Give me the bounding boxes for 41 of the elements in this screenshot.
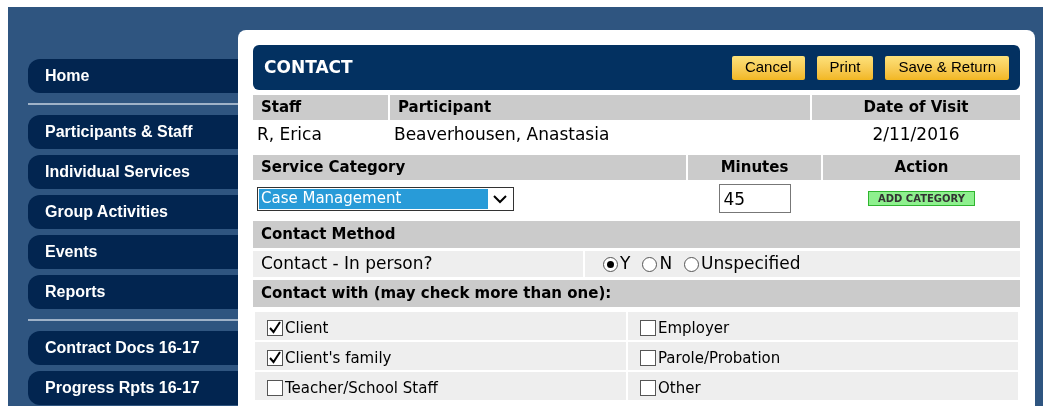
radio-option[interactable]: N bbox=[642, 251, 673, 277]
check-icon bbox=[268, 321, 282, 335]
radio-option[interactable]: Unspecified bbox=[684, 251, 801, 277]
checkbox[interactable] bbox=[267, 350, 283, 366]
checkbox-option[interactable]: Employer bbox=[640, 316, 730, 339]
column-header: Participant bbox=[390, 95, 810, 120]
checkbox-option[interactable]: Client bbox=[267, 316, 329, 339]
nav-item[interactable]: Participants & Staff bbox=[28, 115, 238, 149]
nav-item[interactable]: Individual Services bbox=[28, 155, 238, 189]
checkbox[interactable] bbox=[640, 350, 656, 366]
column-header: Date of Visit bbox=[812, 95, 1020, 120]
section-header: Contact with (may check more than one): bbox=[253, 280, 1020, 307]
column-header: Staff bbox=[253, 95, 388, 120]
add-category-button[interactable]: ADD CATEGORY bbox=[868, 191, 975, 206]
question-label: Contact - In person? bbox=[261, 252, 433, 276]
column-header: Action bbox=[823, 155, 1020, 180]
chevron-icon bbox=[493, 193, 507, 204]
checkbox-option[interactable]: Other bbox=[640, 376, 701, 399]
field-value: Beaverhousen, Anastasia bbox=[394, 123, 610, 147]
checkbox[interactable] bbox=[267, 380, 283, 396]
nav-item[interactable]: Events bbox=[28, 235, 238, 269]
field-value: R, Erica bbox=[257, 123, 322, 147]
nav-item[interactable]: Progress Rpts 16-17 bbox=[28, 371, 238, 405]
checkbox[interactable] bbox=[267, 320, 283, 336]
minutes-field[interactable]: 45 bbox=[718, 184, 791, 213]
checkbox[interactable] bbox=[640, 320, 656, 336]
field-value: 2/11/2016 bbox=[872, 123, 960, 147]
action-button[interactable]: Cancel bbox=[731, 55, 805, 80]
radio-option[interactable]: Y bbox=[603, 251, 631, 277]
action-button[interactable]: Print bbox=[816, 55, 874, 80]
check-icon bbox=[268, 351, 282, 365]
nav-item[interactable]: Reports bbox=[28, 275, 238, 309]
column-header: Service Category bbox=[253, 155, 686, 180]
action-button[interactable]: Save & Return bbox=[885, 55, 1009, 80]
nav-item[interactable]: Group Activities bbox=[28, 195, 238, 229]
section-header: Contact Method bbox=[253, 221, 1020, 248]
nav-item[interactable]: Contract Docs 16-17 bbox=[28, 331, 238, 365]
column-header: Minutes bbox=[688, 155, 821, 180]
checkbox[interactable] bbox=[640, 380, 656, 396]
page-title: CONTACT bbox=[264, 55, 353, 79]
nav-item[interactable]: Home bbox=[28, 59, 238, 93]
